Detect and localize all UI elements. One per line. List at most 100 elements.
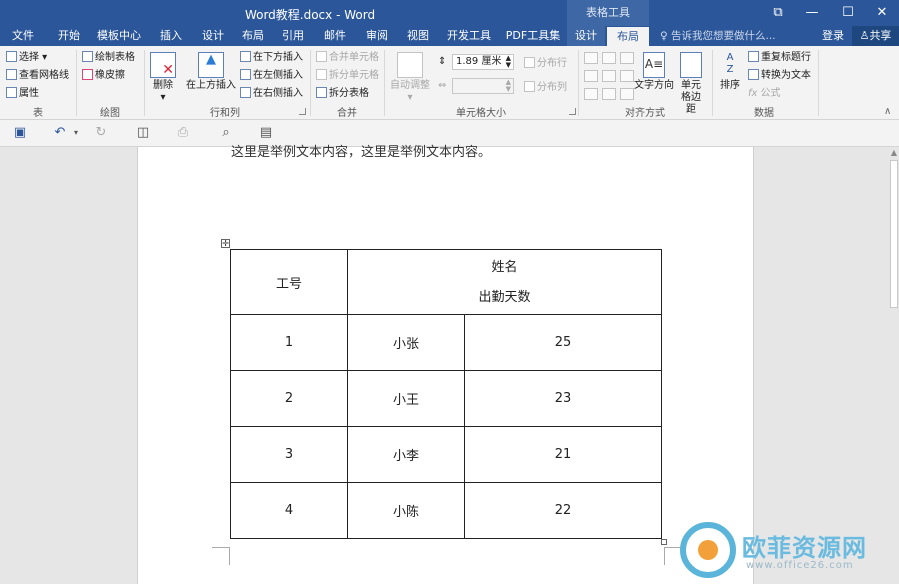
distribute-rows-button[interactable]: 分布行: [524, 56, 567, 72]
tab-table-layout[interactable]: 布局: [607, 27, 649, 46]
cell-id[interactable]: 4: [230, 482, 348, 539]
watermark-logo-icon: [680, 522, 736, 578]
table-row: 1 小张 25: [230, 314, 662, 371]
delete-table-icon: ✕: [150, 52, 176, 78]
split-table-button[interactable]: 拆分表格: [316, 86, 369, 102]
cell-name[interactable]: 小李: [347, 426, 465, 483]
delete-button[interactable]: ✕ 删除 ▾: [148, 52, 178, 104]
insert-left-button[interactable]: 在左侧插入: [240, 68, 303, 84]
window-title: Word教程.docx - Word: [244, 8, 376, 22]
cell-name[interactable]: 小王: [347, 370, 465, 427]
cell-days[interactable]: 22: [464, 482, 662, 539]
align-bottom-right-icon[interactable]: [620, 88, 634, 100]
tab-references[interactable]: 引用: [276, 26, 310, 46]
attendance-table[interactable]: 工号 姓名 出勤天数 1 小张 25 2 小王 23 3 小李 21 4 小陈 …: [230, 249, 662, 539]
align-middle-right-icon[interactable]: [620, 70, 634, 82]
merge-cells-button[interactable]: 合并单元格: [316, 50, 379, 66]
ribbon-display-icon[interactable]: ⧉: [761, 0, 795, 26]
tab-template-center[interactable]: 模板中心: [94, 26, 144, 46]
body-text-line[interactable]: 这里是举例文本内容，这里是举例文本内容。: [231, 141, 491, 160]
eraser-button[interactable]: 橡皮擦: [82, 68, 125, 84]
clipboard-icon[interactable]: ▤: [258, 126, 274, 140]
redo-icon[interactable]: ↻: [93, 126, 109, 140]
cell-days[interactable]: 23: [464, 370, 662, 427]
draw-table-button[interactable]: 绘制表格: [82, 50, 135, 66]
distribute-rows-icon: [524, 57, 535, 68]
select-button[interactable]: 选择 ▾: [6, 50, 47, 66]
table-row: 2 小王 23: [230, 370, 662, 427]
scroll-up-icon[interactable]: ▲: [889, 149, 899, 157]
sort-button[interactable]: AZ 排序: [716, 52, 744, 92]
cell-id[interactable]: 2: [230, 370, 348, 427]
cell-id[interactable]: 1: [230, 314, 348, 371]
spinner-arrows-icon[interactable]: ▲ ▼: [506, 79, 511, 93]
tab-design[interactable]: 设计: [196, 26, 230, 46]
tab-insert[interactable]: 插入: [154, 26, 188, 46]
scrollbar-thumb[interactable]: [890, 160, 898, 308]
split-cells-button[interactable]: 拆分单元格: [316, 68, 379, 84]
cell-name[interactable]: 小张: [347, 314, 465, 371]
undo-dropdown-icon[interactable]: ▾: [68, 126, 84, 140]
table-resize-handle[interactable]: [661, 539, 667, 545]
insert-right-button[interactable]: 在右侧插入: [240, 86, 303, 102]
cell-days[interactable]: 21: [464, 426, 662, 483]
cell-days[interactable]: 25: [464, 314, 662, 371]
align-middle-center-icon[interactable]: [602, 70, 616, 82]
minimize-icon[interactable]: —: [795, 0, 829, 26]
tab-table-design[interactable]: 设计: [567, 26, 605, 46]
convert-to-text-button[interactable]: 转换为文本: [748, 68, 811, 84]
row-height-input[interactable]: 1.89 厘米 ▲ ▼: [452, 54, 514, 70]
move-table-icon[interactable]: ✛: [221, 239, 230, 248]
align-bottom-left-icon[interactable]: [584, 88, 598, 100]
draw-group-label: 绘图: [100, 108, 120, 119]
tab-home[interactable]: 开始: [52, 26, 86, 46]
header-cell-merged[interactable]: 姓名 出勤天数: [347, 249, 662, 315]
print-icon[interactable]: ⎙: [175, 126, 191, 140]
col-width-icon: ⇔: [438, 80, 447, 91]
undo-icon[interactable]: ↶: [52, 126, 68, 140]
tab-developer[interactable]: 开发工具: [444, 26, 494, 46]
insert-above-button[interactable]: ▲ 在上方插入: [184, 52, 238, 92]
cell-size-launcher-icon[interactable]: [569, 108, 576, 115]
collapse-ribbon-icon[interactable]: ∧: [884, 104, 891, 120]
rows-cols-launcher-icon[interactable]: [299, 108, 306, 115]
maximize-icon[interactable]: ☐: [831, 0, 865, 26]
share-button[interactable]: ♙共享: [852, 26, 899, 46]
insert-below-button[interactable]: 在下方插入: [240, 50, 303, 66]
tab-mailings[interactable]: 邮件: [318, 26, 352, 46]
tell-me-search[interactable]: ♀ 告诉我您想要做什么...: [660, 26, 776, 46]
autofit-icon: [397, 52, 423, 78]
header-cell-id[interactable]: 工号: [230, 249, 348, 315]
ribbon-tabs: 文件 开始 模板中心 插入 设计 布局 引用 邮件 审阅 视图 开发工具 PDF…: [0, 26, 899, 46]
align-bottom-center-icon[interactable]: [602, 88, 616, 100]
align-top-left-icon[interactable]: [584, 52, 598, 64]
insert-below-icon: [240, 51, 251, 62]
cell-size-group-label: 单元格大小: [456, 108, 506, 119]
two-page-icon[interactable]: ◫: [135, 126, 151, 140]
text-direction-button[interactable]: A≡ 文字方向: [634, 52, 674, 92]
spinner-arrows-icon[interactable]: ▲ ▼: [506, 55, 511, 69]
view-gridlines-button[interactable]: 查看网格线: [6, 68, 69, 84]
distribute-cols-button[interactable]: 分布列: [524, 80, 567, 96]
cell-name[interactable]: 小陈: [347, 482, 465, 539]
page[interactable]: 这里是举例文本内容，这里是举例文本内容。 ✛ 工号 姓名 出勤天数 1 小张 2…: [137, 145, 754, 584]
close-icon[interactable]: ✕: [865, 0, 899, 26]
align-middle-left-icon[interactable]: [584, 70, 598, 82]
tab-pdf-tools[interactable]: PDF工具集: [504, 26, 562, 46]
login-button[interactable]: 登录: [822, 26, 844, 46]
properties-button[interactable]: 属性: [6, 86, 39, 102]
col-width-input[interactable]: ▲ ▼: [452, 78, 514, 94]
formula-button[interactable]: fx 公式: [748, 86, 780, 102]
print-preview-icon[interactable]: ⌕: [218, 126, 234, 140]
align-top-right-icon[interactable]: [620, 52, 634, 64]
align-top-center-icon[interactable]: [602, 52, 616, 64]
cell-id[interactable]: 3: [230, 426, 348, 483]
autofit-button[interactable]: 自动调整 ▾: [388, 52, 432, 104]
save-icon[interactable]: ▣: [12, 126, 28, 140]
tab-layout[interactable]: 布局: [236, 26, 270, 46]
tab-file[interactable]: 文件: [6, 26, 40, 46]
eraser-icon: [82, 69, 93, 80]
tab-view[interactable]: 视图: [401, 26, 435, 46]
tab-review[interactable]: 审阅: [360, 26, 394, 46]
repeat-header-button[interactable]: 重复标题行: [748, 50, 811, 66]
